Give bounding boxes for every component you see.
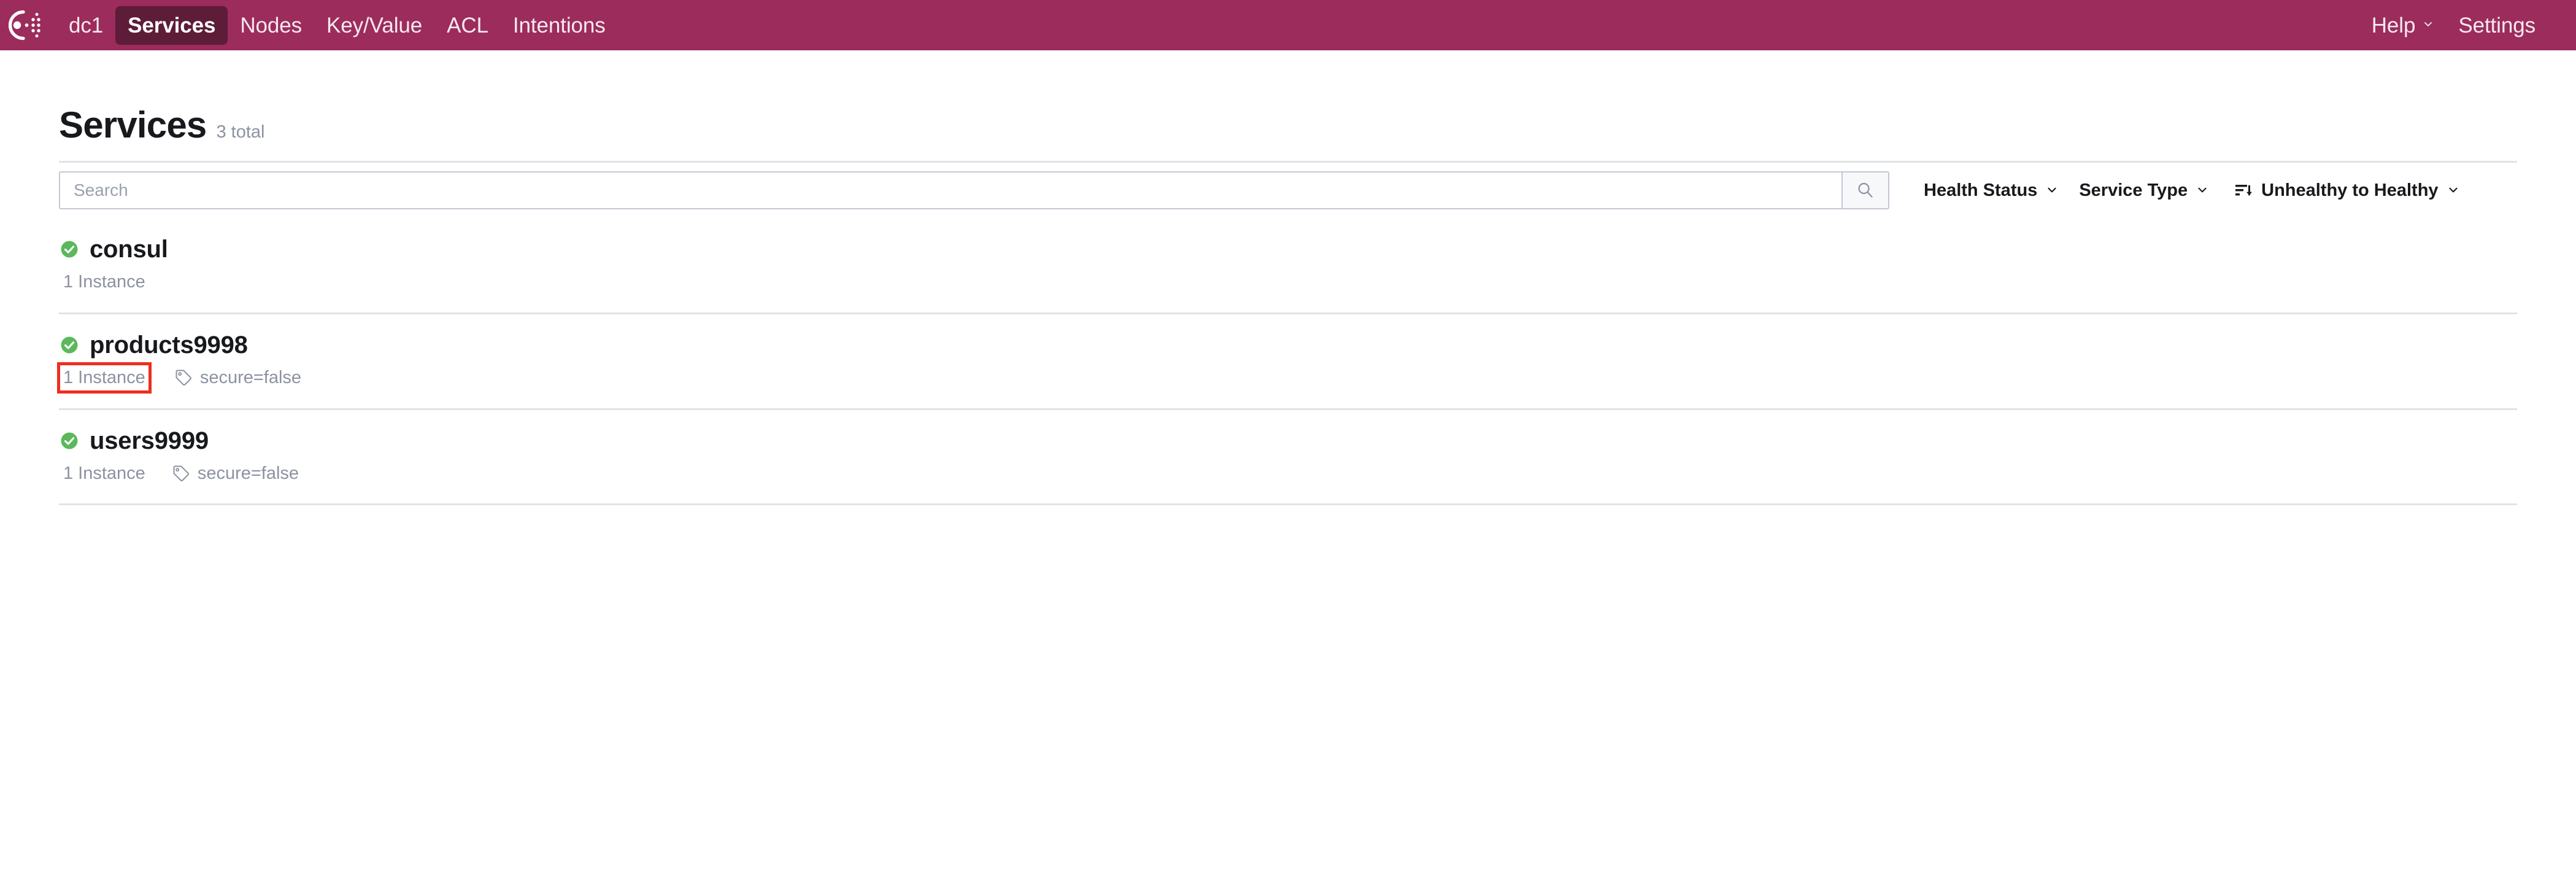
nav-item-services-label: Services	[128, 13, 216, 37]
page-title: Services	[59, 104, 207, 146]
tag-icon	[172, 464, 190, 483]
nav-item-key-value[interactable]: Key/Value	[314, 6, 434, 45]
nav-item-intentions[interactable]: Intentions	[501, 6, 618, 45]
consul-logo[interactable]	[0, 6, 43, 44]
nav-item-nodes-label: Nodes	[240, 13, 303, 37]
nav-item-intentions-label: Intentions	[512, 13, 606, 37]
service-tag: secure=false	[172, 463, 299, 484]
sort-control[interactable]: Unhealthy to Healthy	[2233, 176, 2469, 206]
health-status-filter[interactable]: Health Status	[1913, 176, 2068, 206]
nav-item-acl[interactable]: ACL	[434, 6, 501, 45]
service-type-filter[interactable]: Service Type	[2068, 176, 2218, 206]
service-instance-count: 1 Instance	[57, 362, 152, 394]
service-type-filter-label: Service Type	[2079, 180, 2188, 200]
page-header: Services 3 total	[59, 50, 2517, 161]
search-input[interactable]	[59, 171, 1841, 209]
navbar-secondary-links: Help Settings	[2359, 0, 2548, 50]
nav-item-key-value-label: Key/Value	[326, 13, 423, 37]
top-navbar: dc1 Services Nodes Key/Value ACL Intenti…	[0, 0, 2576, 50]
service-list-item[interactable]: users9999 1 Instance secure=false	[59, 410, 2517, 506]
service-meta-row: 1 Instance secure=false	[59, 461, 2517, 486]
nav-item-dc1[interactable]: dc1	[56, 6, 115, 45]
service-tag-label: secure=false	[199, 367, 302, 387]
health-passing-icon	[59, 239, 80, 260]
health-passing-icon	[59, 430, 80, 451]
sort-order-label: Unhealthy to Healthy	[2261, 180, 2439, 200]
page-content: Services 3 total Health Status	[0, 50, 2576, 506]
chevron-down-icon	[2046, 184, 2057, 195]
health-passing-icon	[59, 335, 80, 355]
chevron-down-icon	[2423, 18, 2434, 29]
service-title-row: products9998	[59, 331, 2517, 359]
service-title-row: users9999	[59, 427, 2517, 455]
search-group	[59, 171, 1889, 209]
services-total-count: 3 total	[216, 122, 265, 142]
health-status-filter-label: Health Status	[1924, 180, 2038, 200]
nav-item-settings[interactable]: Settings	[2446, 6, 2548, 45]
service-meta-row: 1 Instance	[59, 270, 2517, 295]
filter-bar: Health Status Service Type	[59, 161, 2517, 218]
service-list-item[interactable]: consul 1 Instance	[59, 218, 2517, 314]
tag-icon	[174, 368, 193, 387]
chevron-down-icon	[2196, 184, 2207, 195]
service-name: consul	[90, 236, 168, 263]
nav-item-services[interactable]: Services	[115, 6, 228, 45]
service-name: products9998	[90, 331, 248, 359]
search-icon	[1855, 180, 1876, 201]
nav-item-help[interactable]: Help	[2359, 6, 2447, 45]
navbar-primary-links: dc1 Services Nodes Key/Value ACL Intenti…	[56, 6, 618, 45]
nav-item-settings-label: Settings	[2458, 13, 2536, 37]
service-list-item[interactable]: products9998 1 Instance secure=false	[57, 314, 2517, 410]
services-list: consul 1 Instance products9998 1 Instanc…	[57, 218, 2517, 506]
service-meta-row: 1 Instance secure=false	[57, 362, 2517, 394]
nav-item-acl-label: ACL	[447, 13, 488, 37]
service-instance-count: 1 Instance	[63, 272, 145, 292]
service-tag-label: secure=false	[197, 463, 299, 483]
service-title-row: consul	[59, 235, 2517, 263]
filter-controls: Health Status Service Type Unhealthy to …	[1913, 176, 2469, 206]
service-tag: secure=false	[174, 367, 301, 389]
sort-order-select[interactable]: Unhealthy to Healthy	[2261, 176, 2469, 206]
chevron-down-icon	[2447, 184, 2458, 195]
sort-descending-icon	[2233, 180, 2254, 201]
nav-item-help-label: Help	[2371, 13, 2416, 37]
search-button[interactable]	[1841, 171, 1889, 209]
service-name: users9999	[90, 427, 209, 454]
nav-item-nodes[interactable]: Nodes	[228, 6, 314, 45]
service-instance-count: 1 Instance	[63, 463, 145, 483]
nav-item-dc1-label: dc1	[69, 13, 104, 37]
